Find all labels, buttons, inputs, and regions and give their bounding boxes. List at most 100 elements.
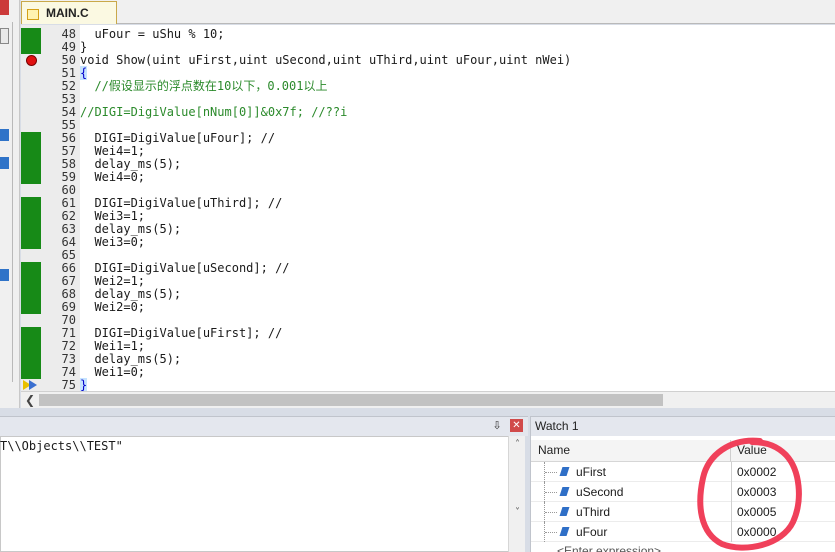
watch-row[interactable]: uFour 0x0000 <box>531 522 835 542</box>
gutter-cell[interactable] <box>21 314 41 327</box>
coverage-bar[interactable] <box>21 327 41 340</box>
output-pane[interactable] <box>0 436 510 552</box>
watch-row[interactable]: uFirst 0x0002 <box>531 462 835 482</box>
coverage-bar[interactable] <box>21 28 41 41</box>
coverage-bar[interactable] <box>21 353 41 366</box>
scroll-up-icon[interactable]: ˄ <box>509 438 526 452</box>
code-line[interactable]: 48 uFour = uShu % 10; <box>21 28 835 41</box>
code-line[interactable]: 74 Wei1=0; <box>21 366 835 379</box>
close-icon[interactable]: ✕ <box>510 419 523 432</box>
gutter-cell[interactable] <box>21 106 41 119</box>
watch-var-value[interactable]: 0x0000 <box>737 525 776 539</box>
scroll-left-icon[interactable]: ❮ <box>23 394 37 407</box>
code-content: } <box>80 40 88 54</box>
scroll-thumb[interactable] <box>39 394 663 406</box>
coverage-bar[interactable] <box>21 145 41 158</box>
code-line[interactable]: 69 Wei2=0; <box>21 301 835 314</box>
code-line[interactable]: 75} <box>21 378 835 391</box>
editor-horizontal-scrollbar[interactable]: ❮ <box>21 391 835 408</box>
coverage-bar[interactable] <box>21 223 41 236</box>
coverage-bar[interactable] <box>21 275 41 288</box>
code-text: Wei3=0; <box>80 236 145 249</box>
code-content: DIGI=DigiValue[uThird]; // <box>80 196 283 210</box>
gutter-cell[interactable] <box>21 119 41 132</box>
column-divider[interactable] <box>730 440 731 462</box>
code-text: //DIGI=DigiValue[nNum[0]]&0x7f; //??i <box>80 106 347 119</box>
coverage-bar[interactable] <box>21 171 41 184</box>
watch-value-cell[interactable]: 0x0005 <box>731 502 835 522</box>
matched-brace: { <box>80 66 88 80</box>
gutter-cell[interactable] <box>21 184 41 197</box>
current-line-arrow-icon <box>23 380 41 391</box>
scroll-down-icon[interactable]: ˅ <box>509 506 526 520</box>
tab-main-c[interactable]: MAIN.C <box>21 1 117 24</box>
code-line[interactable]: 59 Wei4=0; <box>21 171 835 184</box>
coverage-bar[interactable] <box>21 340 41 353</box>
left-selection-marker <box>0 157 9 169</box>
code-editor[interactable]: 48 uFour = uShu % 10; 49} 50 void Show(uint… <box>21 25 835 391</box>
code-line[interactable]: 52 //假设显示的浮点数在10以下，0.001以上 <box>21 80 835 93</box>
left-tree-line <box>12 22 13 382</box>
watch-row[interactable]: uThird 0x0005 <box>531 502 835 522</box>
coverage-bar[interactable] <box>21 210 41 223</box>
watch-var-name[interactable]: uThird <box>576 505 610 519</box>
code-line[interactable]: 50 void Show(uint uFirst,uint uSecond,uin… <box>21 54 835 67</box>
left-collapse-box[interactable] <box>0 28 9 44</box>
gutter-cell[interactable] <box>21 93 41 106</box>
coverage-bar[interactable] <box>21 236 41 249</box>
code-content: Wei1=0; <box>80 365 146 379</box>
output-text: T\\Objects\\TEST" <box>0 439 123 453</box>
code-comment: //假设显示的浮点数在10以下，0.001以上 <box>80 79 328 93</box>
code-content: Wei4=0; <box>80 170 146 184</box>
code-line[interactable]: 54//DIGI=DigiValue[nNum[0]]&0x7f; //??i <box>21 106 835 119</box>
code-text: Wei4=0; <box>80 171 145 184</box>
code-content: Wei2=0; <box>80 300 146 314</box>
coverage-bar[interactable] <box>21 158 41 171</box>
left-selection-marker <box>0 269 9 281</box>
watch-value-cell[interactable]: 0x0002 <box>731 462 835 482</box>
gutter-cell[interactable] <box>21 80 41 93</box>
breakpoint-icon[interactable] <box>26 55 37 66</box>
code-content: Wei2=1; <box>80 274 146 288</box>
gutter-cell[interactable] <box>21 67 41 80</box>
code-content: delay_ms(5); <box>80 352 182 366</box>
variable-icon <box>559 527 570 536</box>
pin-icon[interactable]: ⇩ <box>491 420 503 432</box>
code-content: uFour = uShu % 10; <box>80 27 225 41</box>
code-line[interactable]: 64 Wei3=0; <box>21 236 835 249</box>
watch-value-column[interactable]: Value <box>737 443 767 457</box>
coverage-bar[interactable] <box>21 132 41 145</box>
enter-expression[interactable]: <Enter expression> <box>557 544 661 552</box>
output-vertical-scrollbar[interactable]: ˄ ˅ <box>508 436 525 552</box>
watch-row[interactable]: uSecond 0x0003 <box>531 482 835 502</box>
code-comment: //DIGI=DigiValue[nNum[0]]&0x7f; //??i <box>80 105 348 119</box>
gutter-cell[interactable] <box>21 249 41 262</box>
output-pane-header <box>0 416 528 436</box>
watch-name-column[interactable]: Name <box>538 443 570 457</box>
watch-var-value[interactable]: 0x0005 <box>737 505 776 519</box>
coverage-bar[interactable] <box>21 366 41 379</box>
watch-var-name[interactable]: uFirst <box>576 465 606 479</box>
left-close-marker[interactable] <box>0 0 9 15</box>
code-content: delay_ms(5); <box>80 222 182 236</box>
coverage-bar[interactable] <box>21 288 41 301</box>
variable-icon <box>559 507 570 516</box>
watch-var-name[interactable]: uSecond <box>576 485 623 499</box>
code-content: DIGI=DigiValue[uSecond]; // <box>80 261 290 275</box>
watch-title: Watch 1 <box>535 419 579 433</box>
code-text: //假设显示的浮点数在10以下，0.001以上 <box>80 80 327 93</box>
watch-var-value[interactable]: 0x0002 <box>737 465 776 479</box>
code-content: Wei3=0; <box>80 235 146 249</box>
code-content: Wei3=1; <box>80 209 146 223</box>
coverage-bar[interactable] <box>21 197 41 210</box>
code-text: Wei2=0; <box>80 301 145 314</box>
watch-var-value[interactable]: 0x0003 <box>737 485 776 499</box>
coverage-bar[interactable] <box>21 262 41 275</box>
coverage-bar[interactable] <box>21 301 41 314</box>
tree-branch <box>545 512 557 513</box>
code-text: uFour = uShu % 10; <box>80 27 225 41</box>
watch-var-name[interactable]: uFour <box>576 525 607 539</box>
coverage-bar[interactable] <box>21 41 41 54</box>
watch-value-cell[interactable]: 0x0000 <box>731 522 835 542</box>
watch-value-cell[interactable]: 0x0003 <box>731 482 835 502</box>
